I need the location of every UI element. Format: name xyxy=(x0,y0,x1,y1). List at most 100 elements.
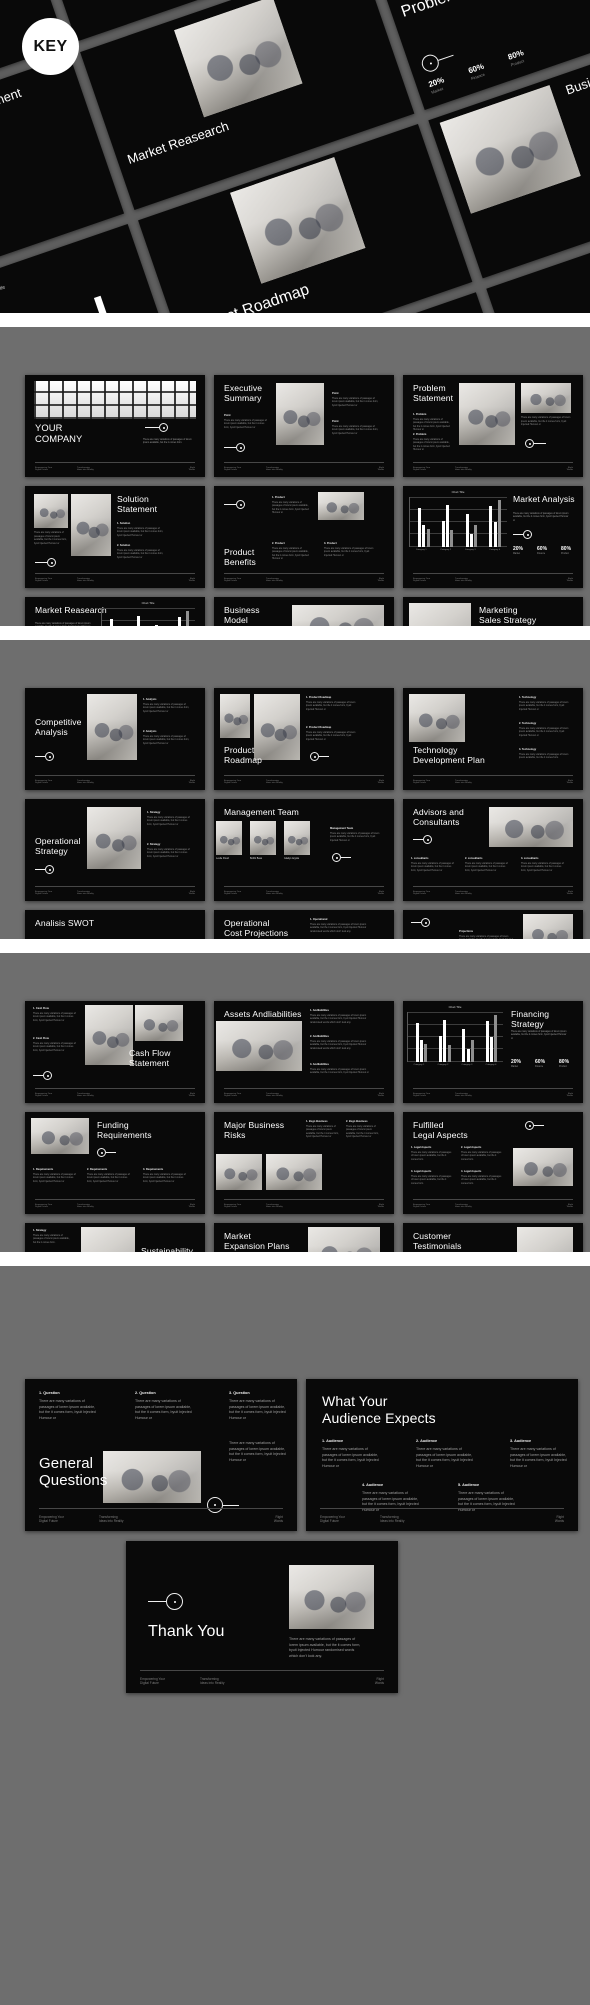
slide-executive-summary[interactable]: Executive Summary Point There are many v… xyxy=(214,375,394,477)
hero-collage: Market Analysis There are many variation… xyxy=(0,0,590,313)
team-member-name: Gladys Argota xyxy=(284,857,300,860)
slide-title: Market Analysis xyxy=(513,494,575,504)
footer-left: Empowering Your Digital Future xyxy=(224,779,242,785)
stat-label: Market xyxy=(513,553,521,555)
slide-footer: Empowering Your Digital Future Transform… xyxy=(214,1087,394,1104)
slide-subhead: 1. Product xyxy=(272,496,285,499)
footer-right: Right Words xyxy=(566,1203,573,1209)
footer-middle: Transforming Ideas into Reality xyxy=(77,1092,94,1098)
slide-technology-development-plan[interactable]: Technology Development Plan 1. Technolog… xyxy=(403,688,583,790)
slide-body: There are many variations of passages of… xyxy=(519,727,569,737)
slide-thank-you[interactable]: Thank You There are many variations of p… xyxy=(126,1541,398,1693)
slide-subhead: 1. Bsgn Business xyxy=(306,1120,328,1123)
slide-footer: Empowering Your Digital Future Transform… xyxy=(306,1508,578,1531)
key-badge: KEY xyxy=(22,18,79,75)
slide-financing-strategy[interactable]: Chart Title Category 1 Category 2 Catego… xyxy=(403,1001,583,1103)
slide-title: Customer Testimonials xyxy=(413,1231,462,1251)
slide-body: There are many variations of passages of… xyxy=(224,419,267,429)
slide-subhead: 3. consultants xyxy=(521,857,539,860)
hero-slide-title: Solution Statement xyxy=(0,84,24,135)
slide-body: There are many variations of passages of… xyxy=(461,1175,502,1185)
slide-funding-requirements[interactable]: Funding Requirements 1. Requirements Ther… xyxy=(25,1112,205,1214)
slide-body: There are many variations of passages of… xyxy=(147,816,190,826)
footer-right: Right Words xyxy=(377,779,384,785)
slide-body: There are many variations of passages of… xyxy=(33,1012,76,1022)
footer-middle: Transforming Ideas into Reality xyxy=(380,1515,405,1523)
chart-category: Category 4 xyxy=(485,1063,497,1066)
hero-slide-title: Market Analysis xyxy=(0,0,11,5)
slide-title: Technology Development Plan xyxy=(413,745,485,765)
slide-title: Funding Requirements xyxy=(97,1120,152,1140)
slide-body: There are many variations of passages of… xyxy=(416,1447,473,1468)
slide-market-analysis[interactable]: Chart Title Category 1 Category 2 Catego… xyxy=(403,486,583,588)
slide-body: There are many variations of passages of… xyxy=(310,1040,367,1050)
footer-middle: Transforming Ideas into Reality xyxy=(455,779,472,785)
slide-footer: Empowering Your Digital Future Transform… xyxy=(25,774,205,791)
slide-operational-strategy[interactable]: Operational Strategy 1. Strategy There ar… xyxy=(25,799,205,901)
section-separator xyxy=(0,313,590,327)
slide-body: There are many variations of passages of… xyxy=(521,862,564,872)
slide-subhead: 2. consultants xyxy=(465,857,483,860)
slide-body: There are many variations of passages of… xyxy=(310,1068,369,1075)
slide-general-questions[interactable]: 1. Question There are many variations of … xyxy=(25,1379,297,1531)
slide-body: There are many variations of passages of… xyxy=(511,1031,567,1040)
slide-footer: Empowering Your Digital Future Transform… xyxy=(25,1508,297,1531)
footer-left: Empowering Your Digital Future xyxy=(35,779,53,785)
slide-subhead: 3. Requirements xyxy=(143,1168,164,1171)
slide-competitive-analysis[interactable]: Competitive Analysis 1. Analysis There ar… xyxy=(25,688,205,790)
footer-middle: Transforming Ideas into Reality xyxy=(266,577,283,583)
slide-subhead: Point xyxy=(332,420,339,423)
slide-subhead: 2. Analysis xyxy=(143,730,157,733)
slide-body: There are many variations of passages of… xyxy=(411,1175,452,1185)
slide-cover[interactable]: YOUR COMPANY There are many variations o… xyxy=(25,375,205,477)
footer-right: Right Words xyxy=(377,466,384,472)
slide-body: There are many variations of passages of… xyxy=(322,1447,379,1468)
footer-left: Empowering Your Digital Future xyxy=(413,466,431,472)
hero-rotated-stage: Market Analysis There are many variation… xyxy=(0,0,590,313)
slide-cash-flow-statement[interactable]: 1. Cash Flow There are many variations of… xyxy=(25,1001,205,1103)
slide-body: There are many variations of passages of… xyxy=(117,549,164,559)
footer-left: Empowering Your Digital Future xyxy=(224,890,242,896)
chart-category: Category 1 xyxy=(413,1063,425,1066)
slide-advisors-and-consultants[interactable]: Advisors and Consultants 1. consultants T… xyxy=(403,799,583,901)
slide-title: Solution Statement xyxy=(117,494,158,514)
footer-right: Right Words xyxy=(188,1092,195,1098)
slide-major-business-risks[interactable]: Major Business Risks 1. Bsgn Business The… xyxy=(214,1112,394,1214)
footer-right: Right Words xyxy=(566,577,573,583)
stat-value: 20% xyxy=(511,1059,522,1065)
slide-product-roadmap[interactable]: Product Roadmap 1. Product Roadmap There … xyxy=(214,688,394,790)
footer-middle: Transforming Ideas into Reality xyxy=(455,1203,472,1209)
hero-slide-title: Product Roadmap xyxy=(183,281,312,313)
footer-right: Right Words xyxy=(554,1515,564,1523)
slides-section-4: 1. Question There are many variations of … xyxy=(0,1266,590,2005)
slide-what-your-audience-expects[interactable]: What Your Audience Expects 1. Audience Th… xyxy=(306,1379,578,1531)
slide-subhead: 2. Cash Flow xyxy=(33,1037,49,1040)
slide-subhead: 2. Bsgn Business xyxy=(346,1120,368,1123)
slide-body: There are many variations of passages of… xyxy=(310,1014,367,1024)
slide-subhead: 1. Requirements xyxy=(33,1168,54,1171)
chart-title: Chart Title xyxy=(451,490,465,494)
slide-footer: Empowering Your Digital Future Transform… xyxy=(403,1198,583,1215)
slide-body: There are many variations of passages of… xyxy=(143,735,190,745)
footer-left: Empowering Your Digital Future xyxy=(224,1092,242,1098)
slide-solution-statement[interactable]: Solution Statement There are many variat… xyxy=(25,486,205,588)
slide-assets-andliabilities[interactable]: Assets Andliabilities 1. Andliabilities T… xyxy=(214,1001,394,1103)
footer-middle: Transforming Ideas into Reality xyxy=(266,890,283,896)
stat-label: Finance xyxy=(537,553,546,555)
slide-body: There are many variations of passages of… xyxy=(33,1042,76,1052)
slide-body: There are many variations of passages of… xyxy=(33,1234,70,1244)
slide-title: Financing Strategy xyxy=(511,1009,550,1029)
slide-management-team[interactable]: Management Team Leslie Flood Bobbi Bass … xyxy=(214,799,394,901)
chart-title: Chart Title xyxy=(141,601,155,605)
footer-right: Right Words xyxy=(377,1092,384,1098)
slide-title: Analisis SWOT xyxy=(35,918,95,928)
slide-product-benefits[interactable]: Product Benefits 1. Product There are man… xyxy=(214,486,394,588)
slide-title: Competitive Analysis xyxy=(35,717,82,737)
slide-subhead: 2. Question xyxy=(135,1391,156,1395)
slide-body: There are many variations of passages of… xyxy=(147,848,190,858)
slide-fulfilled-legal-aspects[interactable]: Fulfilled Legal Aspects 1. Legal Aspects… xyxy=(403,1112,583,1214)
slide-problem-statement[interactable]: Problem Statement 1. Problem There are ma… xyxy=(403,375,583,477)
slide-subhead: 2. Technology xyxy=(519,722,537,725)
slide-title: Marketing Sales Strategy xyxy=(479,605,537,625)
footer-right: Right Words xyxy=(566,779,573,785)
